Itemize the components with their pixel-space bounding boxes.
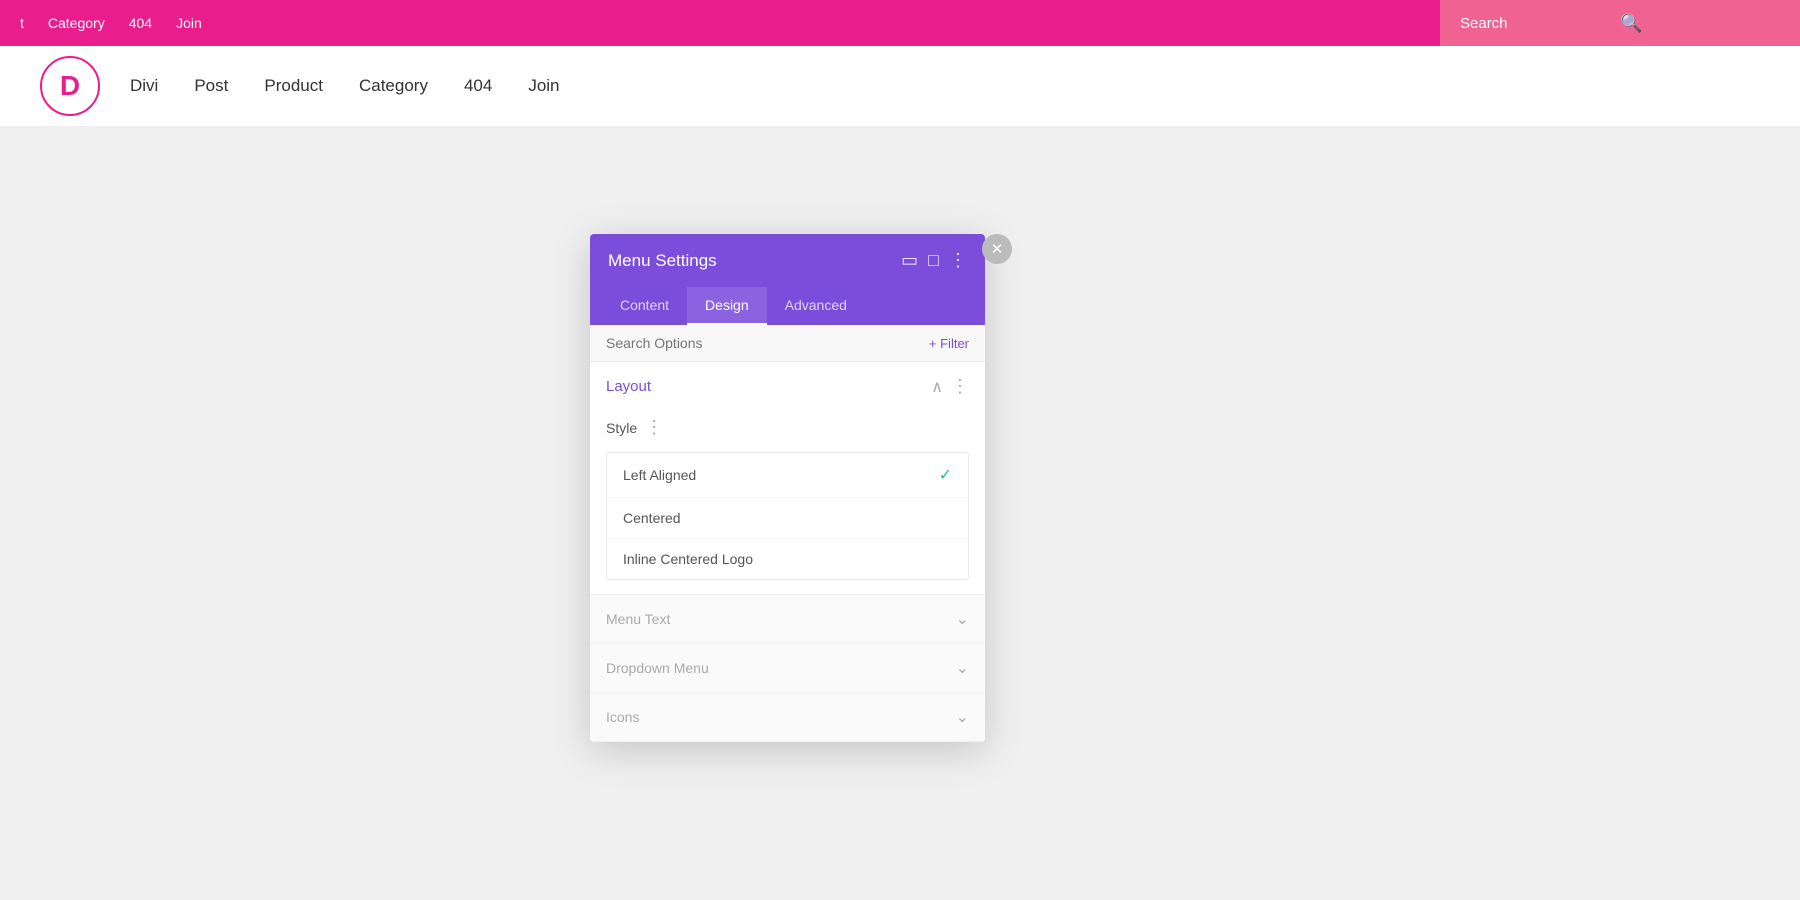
icons-chevron[interactable]: ⌄ xyxy=(956,707,969,727)
nav-item-404[interactable]: 404 xyxy=(464,76,492,96)
option-left-aligned[interactable]: Left Aligned ✓ xyxy=(607,453,968,498)
layout-section: Layout ∧ ⋮ Style ⋮ Left Aligned ✓ xyxy=(590,362,985,595)
top-bar: t Category 404 Join Search 🔍 xyxy=(0,0,1800,46)
style-more-icon[interactable]: ⋮ xyxy=(645,417,663,438)
menu-text-chevron[interactable]: ⌄ xyxy=(956,609,969,629)
logo-letter: D xyxy=(60,70,80,102)
style-label: Style xyxy=(606,420,637,436)
fullscreen-icon[interactable]: ▭ xyxy=(901,250,918,271)
option-centered-label: Centered xyxy=(623,510,681,526)
modal-close-button[interactable]: ✕ xyxy=(982,234,1012,264)
main-nav: Divi Post Product Category 404 Join xyxy=(130,76,560,96)
filter-button[interactable]: + Filter xyxy=(929,336,969,351)
topnav-item-404[interactable]: 404 xyxy=(129,15,152,31)
option-inline-centered-logo-label: Inline Centered Logo xyxy=(623,551,753,567)
split-view-icon[interactable]: □ xyxy=(928,250,939,271)
icons-title: Icons xyxy=(606,709,639,725)
close-icon: ✕ xyxy=(991,240,1004,258)
page-background: Menu Settings ▭ □ ⋮ Content Design Advan… xyxy=(0,126,1800,900)
layout-collapse-icon[interactable]: ∧ xyxy=(931,377,943,397)
top-bar-search-area: Search 🔍 xyxy=(1440,0,1800,46)
more-options-icon[interactable]: ⋮ xyxy=(949,250,967,271)
modal-body: Layout ∧ ⋮ Style ⋮ Left Aligned ✓ xyxy=(590,362,985,742)
search-icon[interactable]: 🔍 xyxy=(1620,13,1780,34)
tab-advanced[interactable]: Advanced xyxy=(767,287,865,325)
nav-item-divi[interactable]: Divi xyxy=(130,76,158,96)
topnav-item-join[interactable]: Join xyxy=(176,15,202,31)
topnav-item-t[interactable]: t xyxy=(20,15,24,31)
tab-content[interactable]: Content xyxy=(602,287,687,325)
modal-header-icons: ▭ □ ⋮ xyxy=(901,250,967,271)
layout-section-icons: ∧ ⋮ xyxy=(931,376,969,397)
layout-section-header: Layout ∧ ⋮ xyxy=(590,362,985,411)
style-dropdown-options: Left Aligned ✓ Centered Inline Centered … xyxy=(606,452,969,580)
option-inline-centered-logo[interactable]: Inline Centered Logo xyxy=(607,539,968,579)
option-centered[interactable]: Centered xyxy=(607,498,968,539)
nav-item-category[interactable]: Category xyxy=(359,76,428,96)
dropdown-menu-section: Dropdown Menu ⌄ xyxy=(590,644,985,693)
nav-item-product[interactable]: Product xyxy=(264,76,323,96)
menu-text-section: Menu Text ⌄ xyxy=(590,595,985,644)
tab-design[interactable]: Design xyxy=(687,287,767,325)
menu-settings-panel: Menu Settings ▭ □ ⋮ Content Design Advan… xyxy=(590,234,985,742)
modal-title: Menu Settings xyxy=(608,251,717,271)
search-options-bar: + Filter xyxy=(590,325,985,362)
modal-tabs: Content Design Advanced xyxy=(590,287,985,325)
logo: D xyxy=(40,56,100,116)
top-bar-nav: t Category 404 Join xyxy=(20,15,202,31)
modal-header: Menu Settings ▭ □ ⋮ xyxy=(590,234,985,287)
search-options-input[interactable] xyxy=(606,335,929,351)
main-header: D Divi Post Product Category 404 Join xyxy=(0,46,1800,126)
nav-item-post[interactable]: Post xyxy=(194,76,228,96)
icons-section: Icons ⌄ xyxy=(590,693,985,742)
search-label: Search xyxy=(1460,15,1620,32)
style-row: Style ⋮ xyxy=(590,411,985,448)
dropdown-menu-title: Dropdown Menu xyxy=(606,660,709,676)
nav-item-join[interactable]: Join xyxy=(528,76,559,96)
menu-text-title: Menu Text xyxy=(606,611,670,627)
filter-label: + Filter xyxy=(929,336,969,351)
option-left-aligned-label: Left Aligned xyxy=(623,467,696,483)
layout-section-title: Layout xyxy=(606,378,651,395)
check-icon: ✓ xyxy=(939,465,952,485)
topnav-item-category[interactable]: Category xyxy=(48,15,105,31)
layout-more-icon[interactable]: ⋮ xyxy=(951,376,969,397)
dropdown-menu-chevron[interactable]: ⌄ xyxy=(956,658,969,678)
